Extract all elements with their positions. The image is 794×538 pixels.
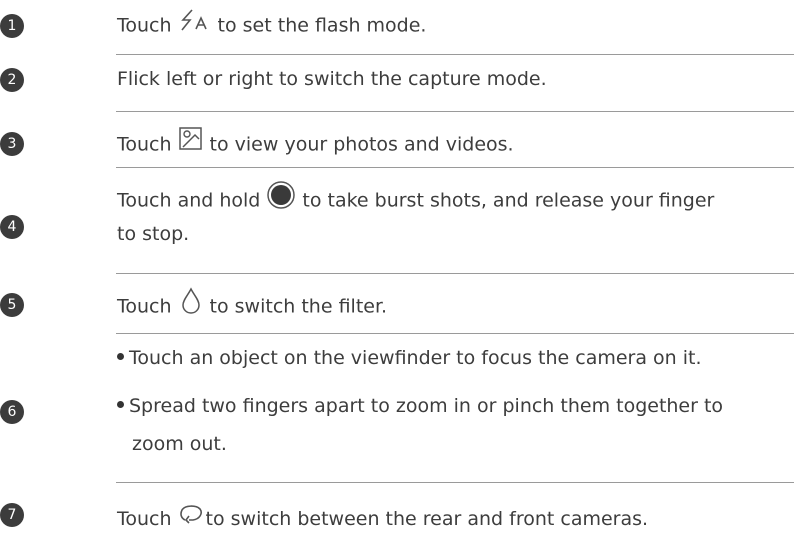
row-text: Touch to switch the filter. xyxy=(117,287,794,327)
row-divider xyxy=(116,333,794,334)
filter-drop-icon xyxy=(180,287,202,327)
row-divider xyxy=(116,482,794,483)
bullet-dot xyxy=(117,353,124,360)
row-divider xyxy=(116,273,794,274)
step-number: 3 xyxy=(0,132,24,156)
switch-camera-icon xyxy=(178,502,204,538)
row-divider xyxy=(116,167,794,168)
row-text: Flick left or right to switch the captur… xyxy=(117,68,547,90)
step-number: 7 xyxy=(0,503,24,527)
row-text-continued: to stop. xyxy=(117,223,190,245)
bullet-item: Touch an object on the viewfinder to foc… xyxy=(117,340,702,376)
step-number: 5 xyxy=(0,293,24,317)
step-number: 4 xyxy=(0,215,24,239)
step-number: 2 xyxy=(0,68,24,92)
flash-auto-icon xyxy=(178,7,212,45)
bullet-dot xyxy=(117,401,124,408)
row-text: Touch to view your photos and videos. xyxy=(117,126,794,164)
gallery-icon xyxy=(178,126,204,164)
row-divider xyxy=(116,111,794,112)
bullet-item: Spread two fingers apart to zoom in or p… xyxy=(117,388,723,424)
bullet-continued: zoom out. xyxy=(132,433,227,455)
step-number: 6 xyxy=(0,400,24,424)
row-divider xyxy=(116,54,794,55)
row-text: Touch to switch between the rear and fron… xyxy=(117,501,794,538)
step-number: 1 xyxy=(0,14,24,38)
row-text: Touch to set the flash mode. xyxy=(117,7,794,45)
